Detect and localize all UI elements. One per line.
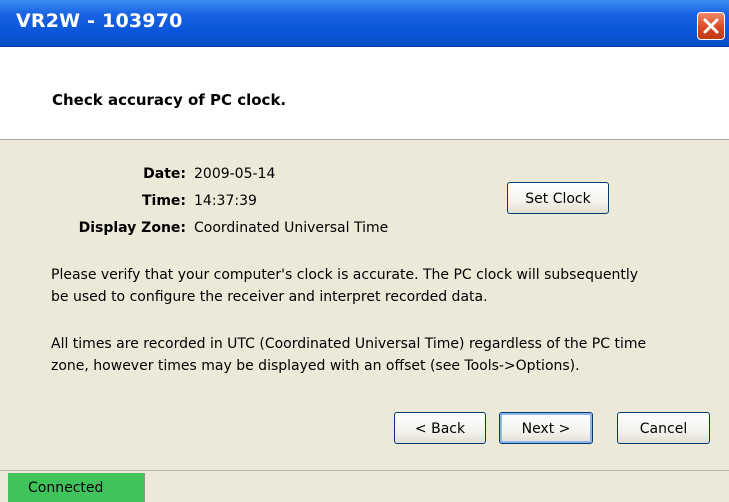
utc-line-1: All times are recorded in UTC (Coordinat… [51,336,647,352]
page-heading: Check accuracy of PC clock. [52,91,287,109]
verify-paragraph: Please verify that your computer's clock… [51,264,716,308]
title-bar[interactable]: VR2W - 103970 [0,0,729,47]
close-icon [703,18,719,34]
utc-paragraph: All times are recorded in UTC (Coordinat… [51,333,716,377]
time-value: 14:37:39 [194,193,257,209]
status-bar: Connected [0,470,729,502]
utc-line-2: zone, however times may be displayed wit… [51,358,580,374]
display-zone-value: Coordinated Universal Time [194,220,389,236]
content-panel: Date: 2009-05-14 Time: 14:37:39 Display … [0,140,729,470]
display-zone-label: Display Zone: [78,220,186,236]
set-clock-button[interactable]: Set Clock [507,182,609,214]
close-button[interactable] [697,12,725,40]
next-button[interactable]: Next > [499,412,593,444]
date-label: Date: [143,166,186,182]
verify-line-1: Please verify that your computer's clock… [51,267,638,283]
cancel-button[interactable]: Cancel [617,412,710,444]
back-button[interactable]: < Back [394,412,486,444]
date-value: 2009-05-14 [194,166,276,182]
window-title: VR2W - 103970 [16,10,183,32]
wizard-window: VR2W - 103970 Check accuracy of PC clock… [0,0,729,502]
verify-line-2: be used to configure the receiver and in… [51,289,488,305]
header-panel: Check accuracy of PC clock. [0,47,729,140]
connection-status: Connected [8,473,145,502]
time-label: Time: [141,193,186,209]
